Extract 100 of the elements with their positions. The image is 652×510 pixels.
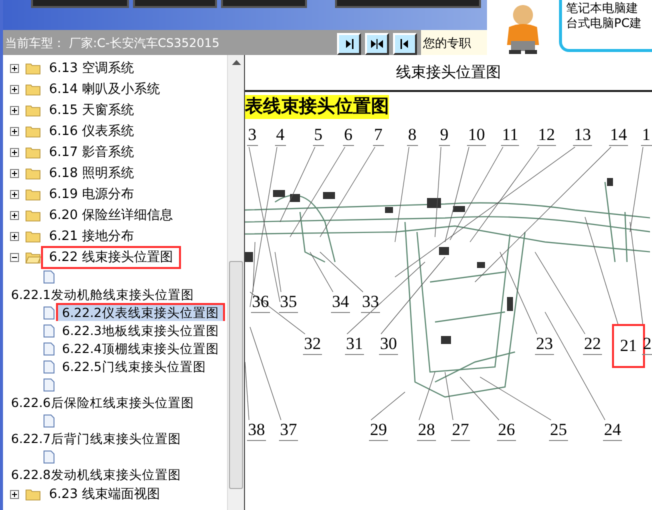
tree-item[interactable]: 6.17 影音系统	[41, 141, 142, 164]
folder-icon	[25, 209, 41, 222]
folder-icon	[25, 230, 41, 243]
callout-number: 4	[275, 125, 286, 146]
callout-number: 37	[279, 420, 298, 441]
folder-icon	[25, 83, 41, 96]
leader-line	[444, 372, 454, 420]
folder-icon	[25, 125, 41, 138]
callout-number: 27	[451, 420, 470, 441]
plus-icon	[11, 86, 18, 93]
folder-icon	[25, 62, 41, 75]
tree-item[interactable]: 6.13 空调系统	[41, 57, 142, 80]
callout-number: 5	[313, 125, 324, 146]
tree-item[interactable]: 6.16 仪表系统	[41, 120, 142, 143]
plus-icon	[11, 170, 18, 177]
tree-item[interactable]: 6.14 喇叭及小系统	[41, 78, 168, 101]
tree-item[interactable]: 6.22 线束接头位置图	[41, 246, 182, 269]
document-icon	[43, 450, 55, 464]
tree-item[interactable]: 6.22.6后保险杠线束接头位置图	[11, 394, 194, 412]
expander-toggle[interactable]	[10, 490, 19, 499]
leader-line	[370, 392, 406, 420]
callout-number: 10	[467, 125, 486, 146]
view-button[interactable]	[393, 33, 417, 55]
tree-item[interactable]: 6.22.1发动机舱线束接头位置图	[11, 286, 194, 304]
arrow-icon	[369, 36, 385, 52]
callout-number: 3	[247, 125, 258, 146]
callout-number: 22	[583, 334, 602, 355]
section-heading: 表线束接头位置图	[245, 95, 389, 119]
plus-icon	[11, 212, 18, 219]
callout-number: 13	[573, 125, 592, 146]
callout-number: 34	[331, 292, 350, 313]
expander-toggle[interactable]	[10, 169, 19, 178]
callout-number: 29	[369, 420, 388, 441]
callout-number: 12	[537, 125, 556, 146]
callout-number: 7	[373, 125, 384, 146]
expander-toggle[interactable]	[10, 127, 19, 136]
folder-icon	[25, 146, 41, 159]
callout-number: 14	[609, 125, 628, 146]
document-icon	[43, 270, 55, 284]
folder-icon	[25, 488, 41, 501]
plus-icon	[11, 233, 18, 240]
document-title: 线束接头位置图	[396, 62, 501, 84]
callout-number: 6	[343, 125, 354, 146]
callout-number: 25	[549, 420, 568, 441]
callout-number: 1	[641, 125, 652, 146]
tree-item[interactable]: 6.22.7后背门线束接头位置图	[11, 430, 181, 448]
tree-item[interactable]: 6.15 天窗系统	[41, 99, 142, 122]
plus-icon	[11, 149, 18, 156]
expander-toggle[interactable]	[10, 106, 19, 115]
tree-item[interactable]: 6.21 接地分布	[41, 225, 142, 248]
ad-text: 笔记本电脑建	[566, 1, 639, 16]
plus-icon	[11, 128, 18, 135]
callout-number: 21	[612, 324, 645, 368]
minus-icon	[11, 254, 18, 261]
callout-number: 38	[247, 420, 266, 441]
expander-toggle[interactable]	[10, 148, 19, 157]
scrollbar-thumb[interactable]	[229, 261, 243, 489]
scrollbar[interactable]	[227, 55, 244, 510]
folder-icon	[25, 167, 41, 180]
vehicle-model: 厂家:C-长安汽车CS352015	[69, 34, 220, 52]
expander-toggle[interactable]	[10, 64, 19, 73]
view-button[interactable]	[337, 33, 361, 55]
expander-toggle[interactable]	[10, 253, 19, 262]
view-button[interactable]	[365, 33, 389, 55]
plus-icon	[11, 107, 18, 114]
callout-number: 24	[603, 420, 622, 441]
leader-line	[418, 372, 436, 420]
callout-number: 11	[501, 125, 520, 146]
folder-icon	[25, 188, 41, 201]
callout-number: 26	[497, 420, 516, 441]
expander-toggle[interactable]	[10, 232, 19, 241]
callout-number: 35	[279, 292, 298, 313]
document-icon	[43, 414, 55, 428]
tree-item[interactable]: 6.19 电源分布	[41, 183, 142, 206]
tree-item[interactable]: 6.18 照明系统	[41, 162, 142, 185]
callout-number: 9	[439, 125, 450, 146]
callout-number: 30	[379, 334, 398, 355]
tree-item[interactable]: 6.22.8发动机线束接头位置图	[11, 466, 181, 484]
folder-icon	[25, 104, 41, 117]
tree-item[interactable]: 6.22.2仪表线束接头位置图	[56, 303, 225, 323]
expander-toggle[interactable]	[10, 85, 19, 94]
plus-icon	[11, 65, 18, 72]
tree-item[interactable]: 6.23 线束端面视图	[41, 483, 168, 506]
scroll-up-icon[interactable]	[232, 59, 240, 65]
callout-number: 23	[535, 334, 554, 355]
plus-icon	[11, 191, 18, 198]
expander-toggle[interactable]	[10, 190, 19, 199]
folder-icon	[25, 251, 41, 264]
expander-toggle[interactable]	[10, 211, 19, 220]
callout-number: 28	[417, 420, 436, 441]
callout-number: 31	[345, 334, 364, 355]
tree-item[interactable]: 6.20 保险丝详细信息	[41, 204, 182, 227]
callout-number: 33	[361, 292, 380, 313]
callout-number: 32	[303, 334, 322, 355]
vehicle-label: 当前车型：	[4, 34, 65, 52]
plus-icon	[11, 491, 18, 498]
ad-text: 台式电脑PC建	[566, 16, 643, 31]
document-icon	[43, 378, 55, 392]
callout-number: 8	[407, 125, 418, 146]
notice-text: 您的专职	[421, 30, 487, 55]
